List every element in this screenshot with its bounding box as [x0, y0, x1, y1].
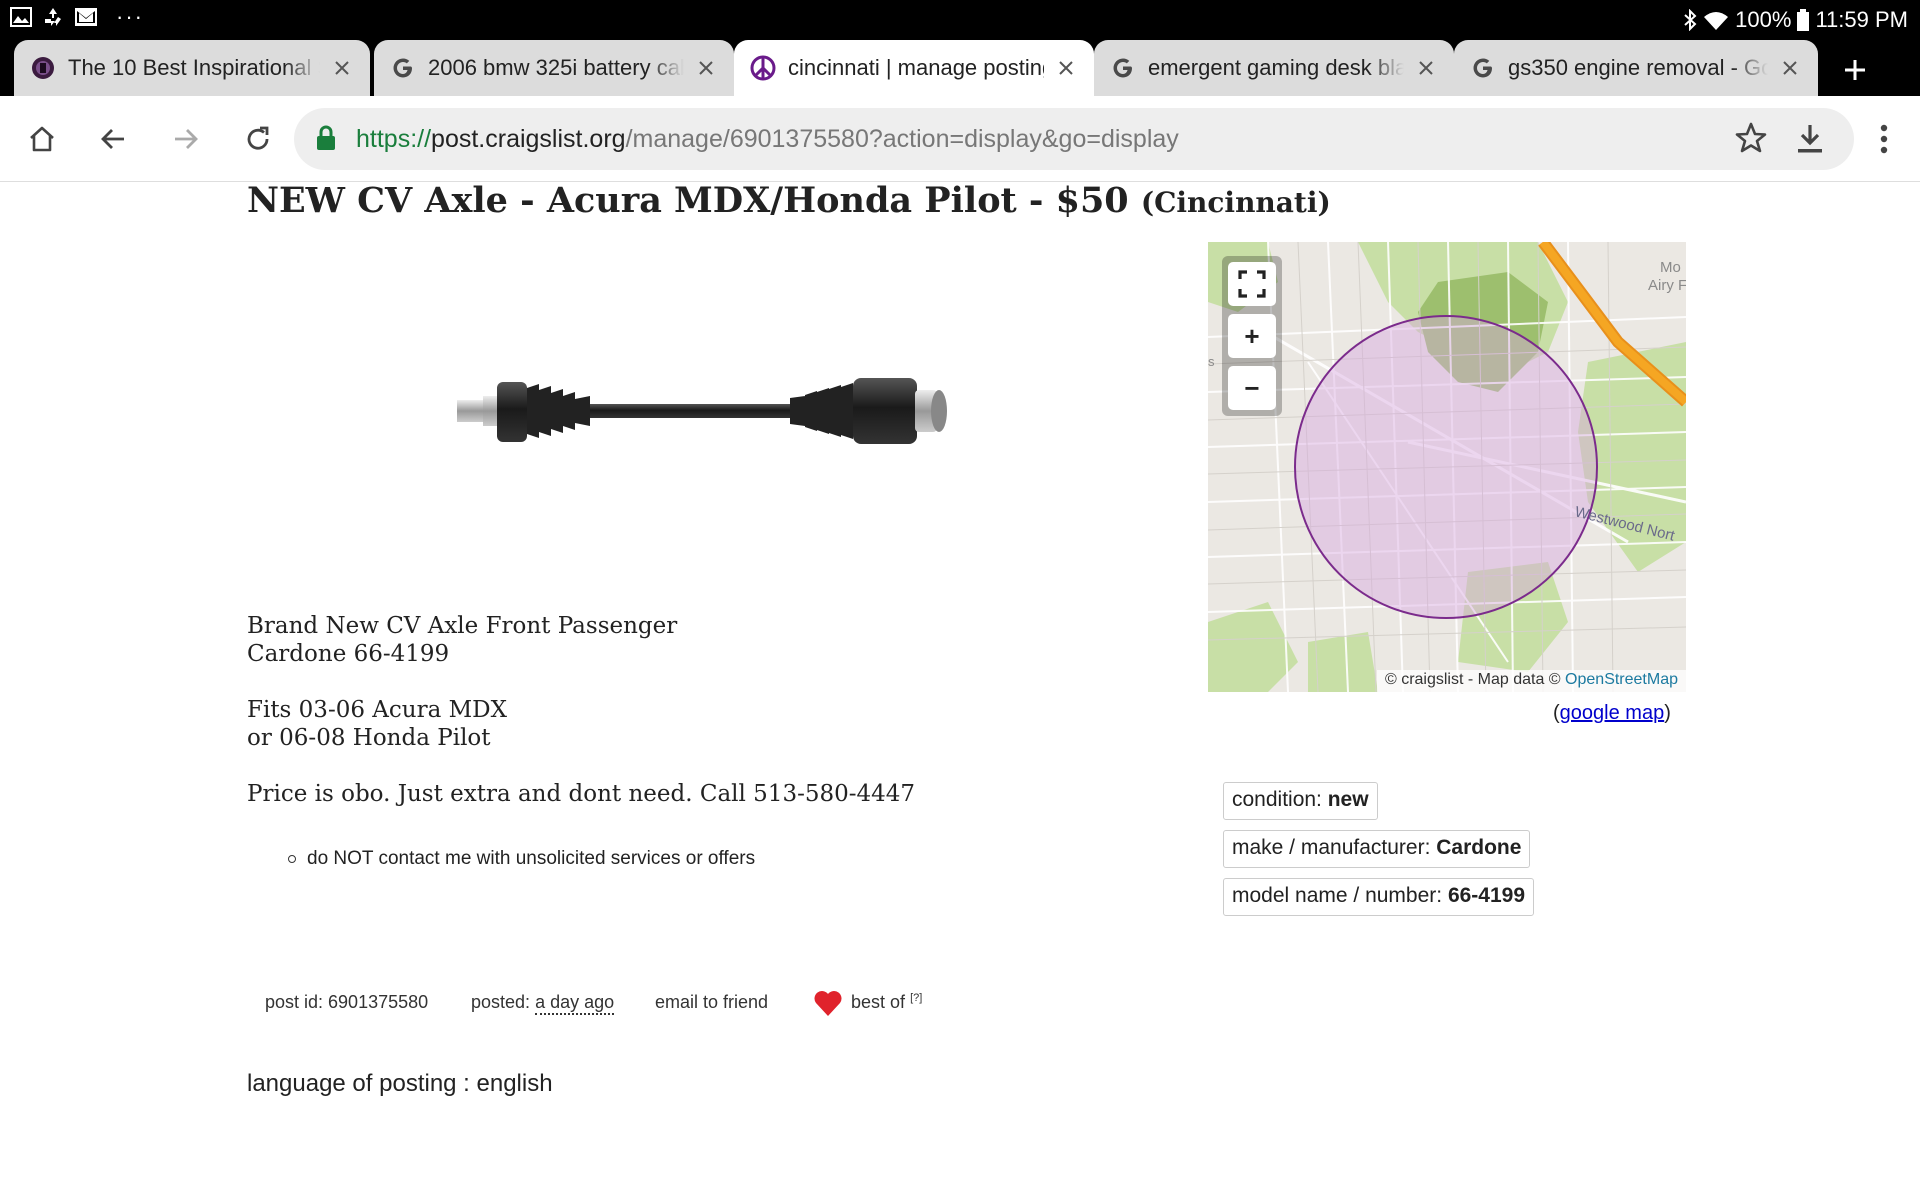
fullscreen-icon — [1238, 270, 1266, 298]
google-favicon-icon — [1110, 55, 1136, 81]
paren-close: ) — [1664, 702, 1671, 724]
posting-map[interactable]: Westwood Nort Mo Airy F s + − © craigsli… — [1208, 242, 1686, 692]
posting-location: (Cincinnati) — [1140, 186, 1331, 219]
body-line: or 06-08 Honda Pilot — [247, 725, 491, 751]
attribute-label: model name / number: — [1232, 884, 1448, 907]
map-place-label: Mo — [1660, 259, 1681, 276]
attribute-make: make / manufacturer: Cardone — [1223, 830, 1531, 868]
tab-bmw-battery-cable[interactable]: 2006 bmw 325i battery cable — [374, 40, 734, 96]
tab-title: gs350 engine removal - Google — [1508, 55, 1768, 80]
browser-toolbar: https://post.craigslist.org/manage/69013… — [0, 96, 1920, 182]
forward-button[interactable] — [162, 115, 210, 163]
reload-button[interactable] — [234, 115, 282, 163]
recycle-icon — [42, 6, 64, 28]
posting-title: NEW CV Axle - Acura MDX/Honda Pilot - $5… — [247, 180, 1331, 221]
body-line: Fits 03-06 Acura MDX — [247, 697, 507, 723]
google-favicon-icon — [1470, 55, 1496, 81]
posting-body: Brand New CV Axle Front Passenger Cardon… — [247, 612, 1147, 808]
url-text: https://post.craigslist.org/manage/69013… — [356, 125, 1179, 154]
peace-favicon-icon — [750, 55, 776, 81]
gallery-icon — [10, 7, 32, 27]
posted-date-value[interactable]: a day ago — [535, 992, 615, 1015]
new-tab-button[interactable] — [1835, 50, 1875, 90]
more-vert-icon — [1880, 124, 1888, 154]
status-bar: ··· 100% 11:59 PM — [0, 0, 1920, 36]
tab-gaming-desk[interactable]: emergent gaming desk black — [1094, 40, 1454, 96]
notices-list: do NOT contact me with unsolicited servi… — [288, 848, 755, 870]
attribute-value: 66-4199 — [1447, 884, 1526, 907]
url-host: post.craigslist.org — [431, 125, 626, 153]
close-icon[interactable] — [1776, 54, 1804, 82]
attribute-label: condition: — [1232, 788, 1328, 811]
attribute-value: new — [1327, 788, 1369, 811]
posted-label: posted: — [471, 992, 531, 1012]
tab-title: The 10 Best Inspirational Shoes — [68, 55, 320, 80]
best-of-link[interactable]: best of [?] — [851, 992, 922, 1013]
language-of-posting: language of posting : english — [247, 1070, 553, 1097]
forward-arrow-icon — [175, 129, 198, 149]
post-id: post id: 6901375580 — [265, 992, 429, 1012]
back-arrow-icon — [101, 129, 124, 149]
attribute-label: make / manufacturer: — [1232, 836, 1437, 859]
tab-gs350-engine[interactable]: gs350 engine removal - Google — [1454, 40, 1818, 96]
openstreetmap-link[interactable]: OpenStreetMap — [1565, 671, 1678, 688]
posting-title-text: NEW CV Axle - Acura MDX/Honda Pilot - $5… — [247, 180, 1129, 221]
mail-icon — [74, 7, 98, 27]
body-line: Cardone 66-4199 — [247, 641, 450, 667]
url-path: /manage/6901375580?action=display&go=dis… — [625, 125, 1179, 153]
heart-icon[interactable] — [813, 989, 843, 1022]
tab-title: cincinnati | manage posting — [788, 55, 1044, 80]
zoom-out-button[interactable]: − — [1228, 366, 1276, 410]
map-attribution: © craigslist - Map data © OpenStreetMap — [1376, 670, 1686, 692]
address-bar[interactable]: https://post.craigslist.org/manage/69013… — [294, 108, 1854, 170]
close-icon[interactable] — [692, 54, 720, 82]
map-controls: + − — [1222, 256, 1282, 416]
zoom-in-button[interactable]: + — [1228, 314, 1276, 358]
home-icon — [30, 126, 54, 152]
lock-icon — [316, 125, 336, 156]
best-of-help[interactable]: [?] — [910, 992, 922, 1004]
close-icon[interactable] — [1412, 54, 1440, 82]
tab-inspirational-shoes[interactable]: The 10 Best Inspirational Shoes — [14, 40, 370, 96]
google-map-link-wrapper: (google map) — [1553, 702, 1671, 725]
download-icon[interactable] — [1792, 121, 1828, 157]
home-button[interactable] — [18, 115, 66, 163]
menu-button[interactable] — [1860, 115, 1908, 163]
best-of-label: best of — [851, 992, 906, 1012]
body-line: Brand New CV Axle Front Passenger — [247, 613, 678, 639]
map-edge-label: s — [1208, 354, 1215, 369]
attribution-text: © craigslist - Map data © — [1384, 671, 1561, 688]
notice-item: do NOT contact me with unsolicited servi… — [288, 848, 755, 870]
battery-icon — [1797, 9, 1810, 31]
bluetooth-icon — [1683, 9, 1697, 31]
tab-strip: The 10 Best Inspirational Shoes 2006 bmw… — [0, 36, 1920, 96]
cv-axle-image[interactable] — [455, 360, 950, 460]
attribute-model: model name / number: 66-4199 — [1223, 878, 1535, 916]
close-icon[interactable] — [1052, 54, 1080, 82]
email-to-friend-link[interactable]: email to friend — [655, 992, 768, 1013]
map-place-label: Airy F — [1648, 277, 1686, 294]
clock: 11:59 PM — [1815, 7, 1908, 32]
attribute-value: Cardone — [1436, 836, 1522, 859]
tab-manage-posting[interactable]: cincinnati | manage posting — [734, 40, 1094, 96]
fullscreen-button[interactable] — [1228, 262, 1276, 306]
more-dots-icon: ··· — [116, 4, 144, 29]
reload-icon — [247, 126, 269, 150]
close-icon[interactable] — [328, 54, 356, 82]
body-line: Price is obo. Just extra and dont need. … — [247, 781, 916, 807]
wifi-icon — [1703, 9, 1729, 31]
attribute-condition: condition: new — [1223, 782, 1378, 820]
tab-title: 2006 bmw 325i battery cable — [428, 55, 684, 80]
site-favicon-icon — [30, 55, 56, 81]
bookmark-star-icon[interactable] — [1734, 121, 1768, 160]
posted-date: posted: a day ago — [471, 992, 615, 1015]
battery-level: 100% — [1735, 7, 1792, 32]
paren-open: ( — [1553, 702, 1560, 724]
google-favicon-icon — [390, 55, 416, 81]
tab-title: emergent gaming desk black — [1148, 55, 1404, 80]
url-scheme: https:// — [356, 125, 432, 153]
plus-icon — [1845, 60, 1865, 80]
google-map-link[interactable]: google map — [1560, 702, 1665, 724]
back-button[interactable] — [89, 115, 137, 163]
